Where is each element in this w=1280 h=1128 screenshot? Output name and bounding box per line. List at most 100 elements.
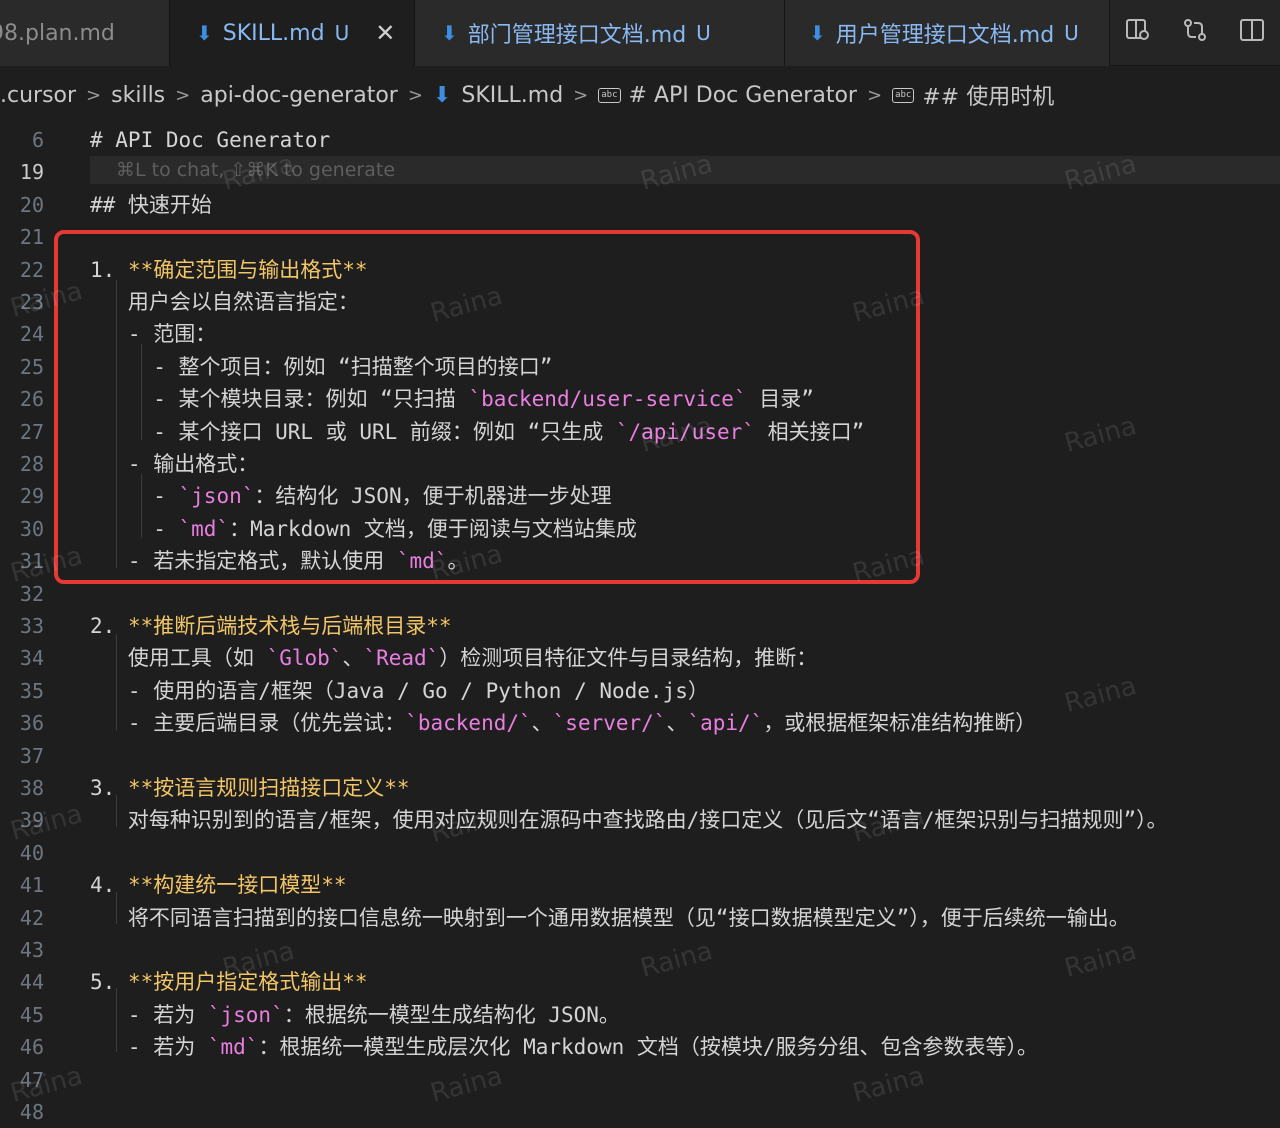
close-icon[interactable]: ✕	[375, 19, 395, 47]
code-line[interactable]: 27 - 某个接口 URL 或 URL 前缀：例如 “只生成 `/api/use…	[0, 416, 1280, 448]
line-number: 36	[19, 711, 44, 736]
chevron-right-icon: >	[573, 84, 589, 106]
code-line[interactable]: 29 - `json`：结构化 JSON，便于机器进一步处理	[0, 480, 1280, 512]
tab-department-doc[interactable]: ⬇ 部门管理接口文档.md U	[415, 0, 785, 66]
code-line[interactable]: 33 2. **推断后端技术栈与后端根目录**	[0, 610, 1280, 642]
line-number: 39	[19, 808, 44, 833]
code-text: 将不同语言扫描到的接口信息统一映射到一个通用数据模型（见“接口数据模型定义”），…	[90, 905, 1130, 930]
code-text: - 某个模块目录：例如 “只扫描 `backend/user-service` …	[90, 387, 814, 412]
line-number: 23	[19, 290, 44, 314]
code-line[interactable]: 24 - 范围：	[0, 318, 1280, 350]
code-line[interactable]: 43	[0, 934, 1280, 966]
code-text: 1. **确定范围与输出格式**	[90, 257, 368, 282]
code-line[interactable]: 34 使用工具（如 `Glob`、`Read`）检测项目特征文件与目录结构，推断…	[0, 642, 1280, 674]
open-preview-icon[interactable]	[1125, 18, 1151, 48]
line-number: 46	[19, 1035, 44, 1060]
line-number: 20	[19, 192, 44, 217]
chevron-right-icon: >	[407, 84, 423, 106]
code-text: - 整个项目：例如 “扫描整个项目的接口”	[90, 354, 553, 379]
code-line[interactable]: 21	[0, 221, 1280, 253]
tab-actions	[1110, 0, 1280, 66]
code-text: - 某个接口 URL 或 URL 前缀：例如 “只生成 `/api/user` …	[90, 419, 865, 444]
breadcrumb: .cursor > skills > api-doc-generator > ⬇…	[0, 66, 1280, 124]
code-line[interactable]: 47	[0, 1064, 1280, 1096]
download-arrow-icon: ⬇	[809, 21, 826, 45]
line-number: 37	[19, 743, 44, 768]
line-number: 42	[19, 905, 44, 930]
heading-symbol-icon: abc	[892, 87, 915, 103]
breadcrumb-item[interactable]: skills	[111, 83, 165, 108]
code-line[interactable]: 40	[0, 837, 1280, 869]
code-line[interactable]: 42 将不同语言扫描到的接口信息统一映射到一个通用数据模型（见“接口数据模型定义…	[0, 902, 1280, 934]
code-line[interactable]: 35 - 使用的语言/框架（Java / Go / Python / Node.…	[0, 675, 1280, 707]
code-line[interactable]: 38 3. **按语言规则扫描接口定义**	[0, 772, 1280, 804]
heading-symbol-icon: abc	[598, 87, 621, 103]
code-line[interactable]: 23 用户会以自然语言指定：	[0, 286, 1280, 318]
chevron-right-icon: >	[175, 84, 191, 106]
line-number: 31	[19, 549, 44, 574]
code-text: - `json`：结构化 JSON，便于机器进一步处理	[90, 484, 612, 509]
code-line[interactable]: 45 - 若为 `json`：根据统一模型生成结构化 JSON。	[0, 999, 1280, 1031]
code-editor[interactable]: 6 # API Doc Generator 19 ⌘L to chat, ⇧⌘K to…	[0, 124, 1280, 1124]
untracked-badge: U	[696, 21, 711, 45]
code-text: - 范围：	[90, 322, 217, 347]
compare-changes-icon[interactable]	[1182, 17, 1208, 49]
tab-label: 用户管理接口文档.md	[835, 23, 1055, 48]
code-line[interactable]: 44 5. **按用户指定格式输出**	[0, 966, 1280, 998]
line-number: 33	[19, 614, 44, 638]
tab-plan-md[interactable]: 98.plan.md	[0, 0, 170, 66]
code-text: 对每种识别到的语言/框架，使用对应规则在源码中查找路由/接口定义（见后文“语言/…	[90, 808, 1168, 833]
code-line[interactable]: 46 - 若为 `md`：根据统一模型生成层次化 Markdown 文档（按模块…	[0, 1031, 1280, 1063]
inline-chat-hint: ⌘L to chat, ⇧⌘K to generate	[90, 156, 1280, 185]
code-text: - 若为 `json`：根据统一模型生成结构化 JSON。	[90, 1002, 620, 1027]
code-line[interactable]: 26 - 某个模块目录：例如 “只扫描 `backend/user-servic…	[0, 383, 1280, 415]
code-line[interactable]: 20 ## 快速开始	[0, 189, 1280, 221]
download-arrow-icon: ⬇	[441, 21, 458, 45]
code-text: - 主要后端目录（优先尝试：`backend/`、`server/`、`api/…	[90, 711, 1037, 736]
breadcrumb-item[interactable]: SKILL.md	[461, 83, 563, 108]
editor-tab-bar: 98.plan.md ⬇ SKILL.md U ✕ ⬇ 部门管理接口文档.md …	[0, 0, 1280, 66]
code-line[interactable]: 39 对每种识别到的语言/框架，使用对应规则在源码中查找路由/接口定义（见后文“…	[0, 804, 1280, 836]
line-number: 34	[19, 646, 44, 671]
download-arrow-icon: ⬇	[432, 82, 452, 108]
tab-label: 98.plan.md	[0, 20, 115, 46]
line-number: 22	[19, 257, 44, 282]
code-text: - 若为 `md`：根据统一模型生成层次化 Markdown 文档（按模块/服务…	[90, 1035, 1039, 1060]
tab-label: 部门管理接口文档.md	[467, 23, 687, 48]
line-number: 40	[19, 840, 44, 865]
code-text: # API Doc Generator	[90, 128, 331, 152]
tab-user-doc[interactable]: ⬇ 用户管理接口文档.md U	[785, 0, 1110, 66]
code-text: 使用工具（如 `Glob`、`Read`）检测项目特征文件与目录结构，推断：	[90, 646, 818, 671]
line-number: 38	[19, 776, 44, 800]
breadcrumb-item[interactable]: api-doc-generator	[200, 83, 398, 108]
line-number: 45	[19, 1002, 44, 1027]
code-text: 2. **推断后端技术栈与后端根目录**	[90, 614, 452, 638]
chevron-right-icon: >	[866, 84, 883, 106]
line-number: 24	[19, 322, 44, 347]
untracked-badge: U	[1064, 21, 1079, 45]
code-line[interactable]: 41 4. **构建统一接口模型**	[0, 869, 1280, 901]
code-line[interactable]: 25 - 整个项目：例如 “扫描整个项目的接口”	[0, 351, 1280, 383]
code-line[interactable]: 28 - 输出格式：	[0, 448, 1280, 480]
code-line[interactable]: 22 1. **确定范围与输出格式**	[0, 254, 1280, 286]
code-line[interactable]: 30 - `md`：Markdown 文档，便于阅读与文档站集成	[0, 513, 1280, 545]
code-line[interactable]: 37	[0, 740, 1280, 772]
code-line[interactable]: 36 - 主要后端目录（优先尝试：`backend/`、`server/`、`a…	[0, 707, 1280, 739]
split-editor-icon[interactable]	[1239, 18, 1265, 48]
breadcrumb-item[interactable]: .cursor	[0, 83, 76, 108]
tab-skill-md[interactable]: ⬇ SKILL.md U ✕	[170, 0, 415, 66]
code-line[interactable]: 6 # API Doc Generator	[0, 124, 1280, 156]
code-line[interactable]: 31 - 若未指定格式，默认使用 `md`。	[0, 545, 1280, 577]
line-number: 28	[19, 452, 44, 476]
code-line[interactable]: 32	[0, 578, 1280, 610]
code-text: - 使用的语言/框架（Java / Go / Python / Node.js）	[90, 678, 709, 703]
tab-label: SKILL.md	[222, 20, 325, 46]
breadcrumb-item[interactable]: # API Doc Generator	[629, 83, 857, 108]
line-number: 25	[19, 354, 44, 379]
untracked-badge: U	[334, 21, 350, 45]
code-line[interactable]: 19 ⌘L to chat, ⇧⌘K to generate	[0, 156, 1280, 188]
line-number: 6	[31, 128, 44, 152]
code-text: 4. **构建统一接口模型**	[90, 873, 347, 898]
code-text: - 输出格式：	[90, 452, 259, 476]
breadcrumb-item[interactable]: ## 使用时机	[922, 79, 1054, 111]
